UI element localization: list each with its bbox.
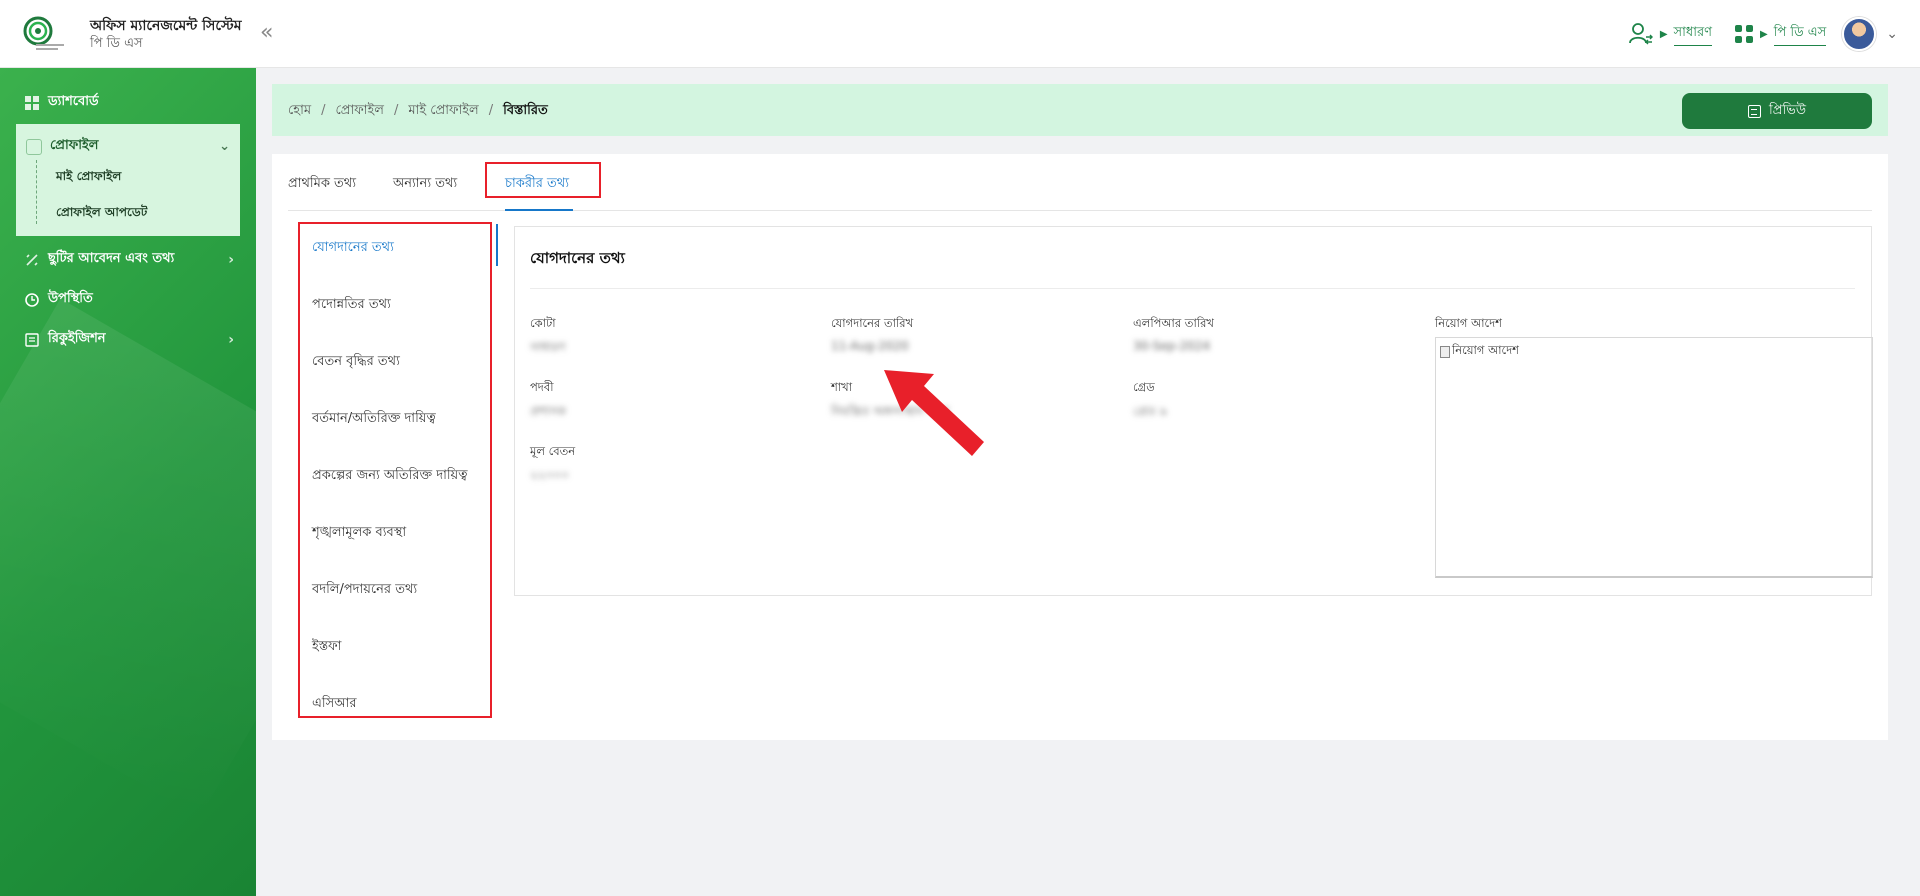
requisition-icon (24, 332, 40, 348)
vnav-promotion-info[interactable]: পদোন্নতির তথ্য (312, 295, 391, 316)
breadcrumb-my-profile[interactable]: মাই প্রোফাইল (408, 103, 478, 118)
top-bar: অফিস ম্যানেজমেন্ট সিস্টেম পি ডি এস « ▶ স… (0, 0, 1920, 68)
apps-grid-icon (1734, 25, 1753, 43)
preview-button[interactable]: প্রিভিউ (1682, 93, 1872, 129)
breadcrumb-profile[interactable]: প্রোফাইল (335, 103, 383, 118)
highlight-box-tab (485, 162, 601, 198)
active-vnav-indicator (496, 224, 498, 266)
tab-basic-info[interactable]: প্রাথমিক তথ্য (288, 174, 356, 195)
collapse-sidebar-icon[interactable]: « (260, 20, 273, 45)
field-value-basic-salary: ২২০০০ (530, 468, 570, 482)
tab-other-info[interactable]: অন্যান্য তথ্য (393, 174, 457, 195)
field-label-joining-date: যোগদানের তারিখ (831, 316, 914, 330)
divider (530, 288, 1855, 289)
sidebar-item-label: ড্যাশবোর্ড (48, 94, 99, 109)
vnav-additional-duty[interactable]: বর্তমান/অতিরিক্ত দায়িত্ব (312, 409, 436, 430)
chevron-right-icon: › (228, 251, 234, 268)
field-value-quota: সাধারণ (530, 340, 566, 354)
field-label-designation: পদবী (530, 380, 554, 394)
profile-card: প্রাথমিক তথ্য অন্যান্য তথ্য চাকরীর তথ্য … (272, 154, 1888, 740)
annotation-arrow (884, 370, 984, 456)
joining-info-panel: যোগদানের তথ্য কোটা সাধারণ যোগদানের তারিখ… (514, 226, 1873, 596)
field-label-branch: শাখা (831, 380, 853, 394)
user-switch-icon (1628, 23, 1653, 45)
vnav-disciplinary-action[interactable]: শৃঙ্খলামূলক ব্যবস্থা (312, 523, 406, 544)
sidebar-item-label: ছুটির আবেদন এবং তথ্য (48, 251, 175, 266)
triangle-right-icon: ▶ (1659, 28, 1668, 40)
document-icon (1748, 104, 1762, 118)
sidebar-item-dashboard[interactable]: ড্যাশবোর্ড (24, 92, 234, 113)
module-link[interactable]: পি ডি এস (1773, 23, 1827, 46)
top-right-controls: ▶ সাধারণ ▶ পি ডি এস ⌄ (1606, 16, 1898, 52)
vnav-increment-info[interactable]: বেতন বৃদ্ধির তথ্য (312, 352, 400, 373)
sidebar-item-requisition[interactable]: রিকুইজিশন › (24, 329, 234, 350)
profile-submenu: প্রোফাইল ⌄ মাই প্রোফাইল প্রোফাইল আপডেট (16, 124, 240, 236)
vnav-joining-info[interactable]: যোগদানের তথ্য (312, 238, 394, 259)
sidebar-subitem-my-profile[interactable]: মাই প্রোফাইল (56, 168, 121, 188)
field-label-grade: গ্রেড (1133, 380, 1155, 394)
leave-icon (24, 252, 40, 268)
app-subtitle: পি ডি এস (90, 36, 143, 51)
sidebar: ড্যাশবোর্ড প্রোফাইল ⌄ মাই প্রোফাইল প্রোফ… (0, 68, 256, 896)
submenu-connector (36, 160, 37, 224)
field-label-quota: কোটা (530, 316, 556, 330)
field-value-designation: প্রশাসক (530, 404, 566, 418)
preview-button-label: প্রিভিউ (1769, 102, 1806, 118)
field-value-grade: গ্রেড ৯ (1133, 404, 1168, 418)
breadcrumb-bar: হোম / প্রোফাইল / মাই প্রোফাইল / বিস্তারিত প্রি… (272, 84, 1888, 136)
role-switcher[interactable]: ▶ সাধারণ (1628, 22, 1712, 46)
appointment-order-image[interactable]: নিয়োগ আদেশ (1435, 337, 1873, 578)
field-label-basic-salary: মূল বেতন (530, 444, 576, 458)
sidebar-item-label: রিকুইজিশন (48, 331, 106, 346)
field-label-appointment-order: নিয়োগ আদেশ (1435, 316, 1502, 330)
chevron-down-icon[interactable]: ⌄ (1886, 26, 1898, 42)
chevron-right-icon: › (228, 331, 234, 348)
field-value-joining-date: 11-Aug-2020 (831, 339, 909, 353)
broken-image-icon (1440, 345, 1450, 358)
authority-logo (23, 16, 64, 50)
tab-bar: প্রাথমিক তথ্য অন্যান্য তথ্য চাকরীর তথ্য (288, 154, 1872, 211)
profile-icon (26, 138, 42, 155)
field-label-lpr-date: এলপিআর তারিখ (1133, 316, 1214, 330)
user-avatar[interactable] (1842, 17, 1877, 51)
panel-title: যোগদানের তথ্য (530, 249, 625, 267)
sidebar-item-attendance[interactable]: উপস্থিতি (24, 289, 234, 310)
breadcrumb-current: বিস্তারিত (503, 103, 548, 118)
chevron-down-icon: ⌄ (219, 139, 230, 154)
dashboard-icon (24, 95, 40, 111)
sidebar-item-leave[interactable]: ছুটির আবেদন এবং তথ্য › (24, 249, 234, 270)
vnav-resignation[interactable]: ইস্তফা (312, 637, 341, 658)
sidebar-item-profile[interactable]: প্রোফাইল ⌄ (26, 136, 230, 157)
image-alt-text: নিয়োগ আদেশ (1452, 343, 1519, 357)
module-switcher[interactable]: ▶ পি ডি এস (1734, 23, 1827, 46)
vnav-acr[interactable]: এসিআর (312, 694, 357, 715)
breadcrumb: হোম / প্রোফাইল / মাই প্রোফাইল / বিস্তারিত (288, 103, 548, 118)
role-link[interactable]: সাধারণ (1673, 23, 1712, 46)
sidebar-item-label: উপস্থিতি (48, 291, 93, 306)
vnav-transfer-info[interactable]: বদলি/পদায়নের তথ্য (312, 580, 417, 601)
sidebar-subitem-profile-update[interactable]: প্রোফাইল আপডেট (56, 204, 147, 224)
clock-icon (24, 292, 40, 308)
active-tab-indicator (505, 209, 573, 211)
breadcrumb-home[interactable]: হোম (288, 103, 311, 118)
vnav-project-duty[interactable]: প্রকল্পের জন্য অতিরিক্ত দায়িত্ব (312, 466, 467, 487)
sidebar-item-label: প্রোফাইল (50, 138, 99, 153)
triangle-right-icon: ▶ (1759, 28, 1768, 40)
field-value-lpr-date: 30-Sep-2024 (1133, 339, 1211, 353)
